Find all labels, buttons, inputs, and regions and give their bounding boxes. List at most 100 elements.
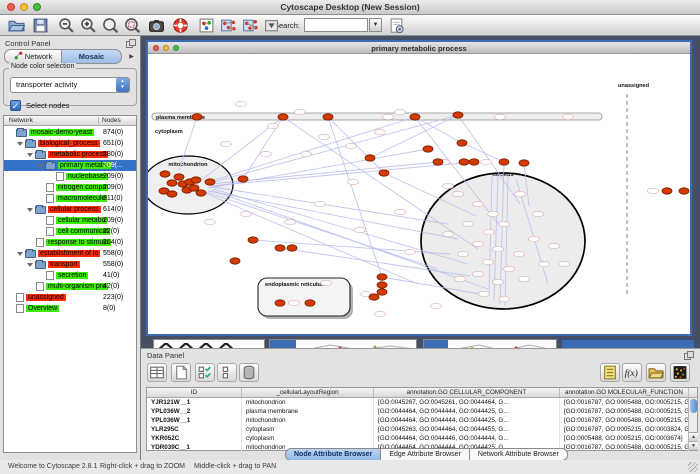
network-node[interactable] [369, 294, 379, 300]
network-node[interactable] [346, 143, 357, 148]
column-header[interactable]: annotation.GO CELLULAR_COMPONENT [374, 388, 560, 397]
tree-row[interactable]: response to stimulu264(0) [4, 237, 136, 248]
network-node[interactable] [493, 246, 504, 251]
search-dropdown-arrow-icon[interactable]: ▼ [369, 18, 382, 32]
network-node[interactable] [504, 266, 515, 271]
column-header[interactable]: _cellularLayoutRegion [242, 388, 374, 397]
resize-grip[interactable] [688, 462, 698, 472]
network-node[interactable] [160, 171, 170, 177]
network-node[interactable] [395, 109, 406, 114]
search-input[interactable] [304, 18, 368, 32]
network-node[interactable] [495, 114, 506, 119]
network-edge[interactable] [205, 193, 418, 284]
tree-row[interactable]: cell communicat22(0) [4, 226, 136, 237]
network-node[interactable] [379, 170, 389, 176]
network-node[interactable] [189, 185, 199, 191]
network-node[interactable] [268, 123, 279, 128]
attribute-table-header[interactable]: ID_cellularLayoutRegionannotation.GO CEL… [147, 388, 697, 398]
network-node[interactable] [377, 282, 387, 288]
network-node[interactable] [529, 236, 540, 241]
network-node[interactable] [433, 159, 443, 165]
hide-selected-nodes-icon[interactable] [220, 17, 237, 34]
tree-row[interactable]: macromolecule311(0) [4, 193, 136, 204]
network-node[interactable] [383, 114, 394, 119]
network-node[interactable] [305, 300, 315, 306]
zoom-fit-icon[interactable] [102, 17, 119, 34]
network-node[interactable] [275, 300, 285, 306]
network-node[interactable] [473, 271, 484, 276]
new-network-from-selection-icon[interactable] [242, 17, 259, 34]
delete-attribute-icon[interactable] [239, 363, 259, 382]
network-node[interactable] [192, 114, 202, 120]
float-panel-icon[interactable] [126, 39, 136, 48]
network-node[interactable] [278, 114, 288, 120]
network-node[interactable] [375, 311, 386, 316]
column-header[interactable]: annotation.GO MOLECULAR_FUNCTION [560, 388, 689, 397]
network-view-window[interactable]: primary metabolic process plasma membran… [146, 40, 692, 336]
attribute-editor-icon[interactable] [600, 363, 620, 382]
network-node[interactable] [514, 251, 525, 256]
network-node[interactable] [443, 183, 454, 188]
network-node[interactable] [539, 261, 550, 266]
network-node[interactable] [191, 177, 201, 183]
network-node[interactable] [315, 201, 326, 206]
background-window-sliver[interactable] [269, 339, 417, 348]
network-node[interactable] [365, 155, 375, 161]
scrollbar-thumb[interactable] [690, 399, 697, 413]
tab-overflow-arrow-icon[interactable]: ▶ [126, 51, 137, 64]
save-icon[interactable] [32, 17, 49, 34]
network-node[interactable] [484, 229, 495, 234]
tree-row[interactable]: establishment of lo558(0) [4, 248, 136, 259]
network-node[interactable] [458, 251, 469, 256]
network-edge[interactable] [283, 117, 478, 249]
network-node[interactable] [459, 159, 469, 165]
network-node[interactable] [453, 191, 464, 196]
window-titlebar[interactable]: Cytoscape Desktop (New Session) [0, 0, 700, 15]
network-node[interactable] [499, 159, 509, 165]
network-edge[interactable] [462, 143, 504, 162]
background-window-sliver[interactable] [423, 339, 557, 348]
network-node[interactable] [221, 141, 232, 146]
network-node[interactable] [648, 188, 659, 193]
network-node[interactable] [289, 300, 300, 305]
network-node[interactable] [679, 188, 689, 194]
network-edge[interactable] [210, 162, 474, 186]
table-scrollbar[interactable]: ▲ ▼ [688, 398, 697, 450]
network-node[interactable] [355, 227, 366, 232]
network-node[interactable] [377, 289, 387, 295]
network-node[interactable] [549, 243, 560, 248]
dropdown-stepper-icon[interactable]: ▲▼ [116, 78, 129, 92]
zoom-out-icon[interactable] [58, 17, 75, 34]
table-row[interactable]: YJR121W__1mitochondrion[GO:0045267, GO:0… [147, 398, 697, 407]
network-node[interactable] [479, 291, 490, 296]
network-node[interactable] [488, 211, 499, 216]
network-node[interactable] [174, 174, 184, 180]
network-node[interactable] [238, 176, 248, 182]
column-header[interactable]: ID [147, 388, 242, 397]
network-node[interactable] [431, 303, 442, 308]
network-node[interactable] [205, 219, 216, 224]
table-options-icon[interactable] [147, 363, 167, 382]
network-node[interactable] [453, 112, 463, 118]
network-node[interactable] [205, 179, 215, 185]
tab-network[interactable]: Network [4, 49, 62, 64]
tree-row[interactable]: unassigned223(0) [4, 292, 136, 303]
network-node[interactable] [499, 221, 510, 226]
network-node[interactable] [275, 245, 285, 251]
network-node[interactable] [455, 276, 466, 281]
annotation-icon[interactable] [263, 17, 280, 34]
network-node[interactable] [319, 134, 330, 139]
help-icon[interactable] [172, 17, 189, 34]
network-node[interactable] [519, 160, 529, 166]
zoom-selected-icon[interactable] [124, 17, 141, 34]
tree-row[interactable]: biological_process651(0) [4, 138, 136, 149]
compartment-plasma-membrane[interactable] [152, 113, 602, 120]
select-nodes-checkbox[interactable]: ✓ [10, 100, 21, 111]
attribute-matrix-icon[interactable] [670, 363, 690, 382]
expand-arrow-icon[interactable] [27, 153, 33, 157]
tree-row[interactable]: nucleobase-209(0) [4, 171, 136, 182]
network-edge[interactable] [213, 187, 448, 224]
network-node[interactable] [519, 276, 530, 281]
tree-row[interactable]: secretion41(0) [4, 270, 136, 281]
network-node[interactable] [493, 279, 504, 284]
